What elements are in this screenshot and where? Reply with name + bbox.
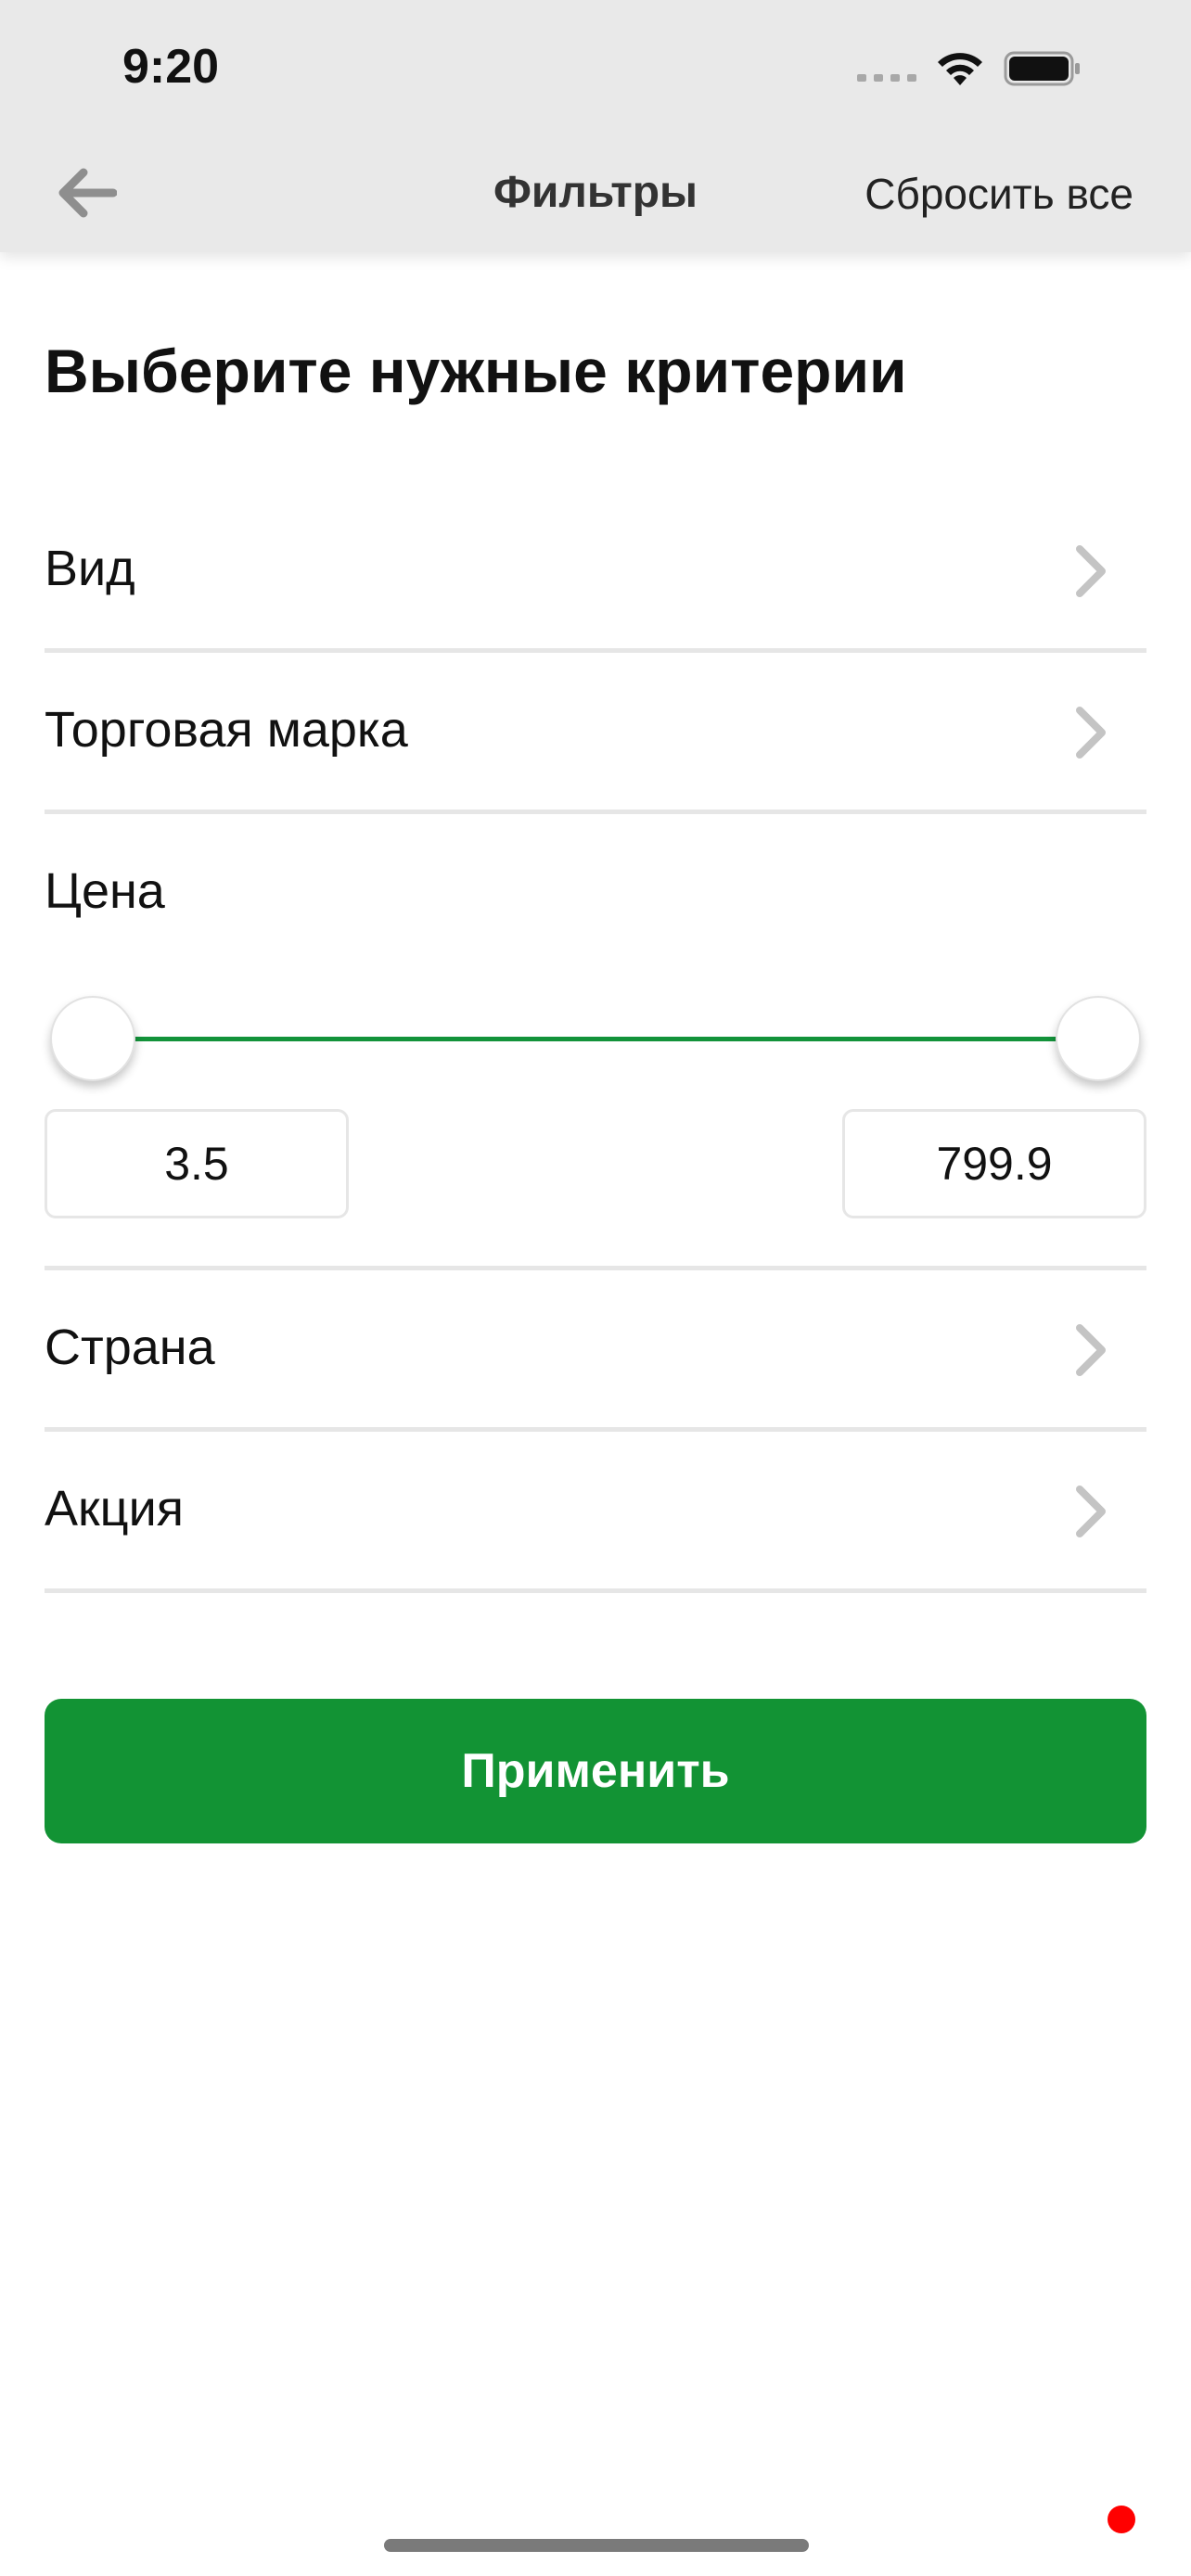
price-range-slider[interactable] (45, 992, 1146, 1085)
filter-row-kind[interactable]: Вид (45, 491, 1146, 653)
criteria-heading: Выберите нужные критерии (45, 337, 907, 405)
price-label: Цена (45, 863, 165, 919)
status-icons (857, 46, 1117, 89)
chevron-right-icon (1076, 1324, 1106, 1376)
filters-screen: 9:20 Фильтры Сбросить все Выберите нужны… (0, 0, 1191, 2576)
battery-icon (1004, 51, 1080, 86)
status-time: 9:20 (122, 40, 220, 94)
filter-row-country[interactable]: Страна (45, 1270, 1146, 1432)
filter-row-label: Акция (45, 1481, 184, 1537)
filter-row-label: Страна (45, 1320, 215, 1375)
filter-row-brand[interactable]: Торговая марка (45, 653, 1146, 814)
signal-dots-icon (857, 74, 916, 82)
chevron-right-icon (1076, 1486, 1106, 1537)
wifi-icon (938, 53, 982, 85)
chevron-right-icon (1076, 707, 1106, 759)
chevron-right-icon (1076, 545, 1106, 597)
home-indicator[interactable] (384, 2539, 809, 2552)
price-filter: Цена 3.5 799.9 (45, 816, 1146, 1270)
apply-button[interactable]: Применить (45, 1699, 1146, 1843)
slider-max-handle[interactable] (1056, 996, 1141, 1081)
filter-row-promo[interactable]: Акция (45, 1432, 1146, 1593)
filter-row-label: Вид (45, 541, 135, 596)
recording-indicator (1108, 2506, 1135, 2533)
reset-all-button[interactable]: Сбросить все (864, 169, 1133, 219)
price-min-input[interactable]: 3.5 (45, 1109, 349, 1218)
slider-min-handle[interactable] (50, 996, 135, 1081)
price-max-input[interactable]: 799.9 (842, 1109, 1146, 1218)
filter-row-label: Торговая марка (45, 702, 408, 758)
top-bar: 9:20 Фильтры Сбросить все (0, 0, 1191, 252)
slider-track (89, 1037, 1102, 1041)
